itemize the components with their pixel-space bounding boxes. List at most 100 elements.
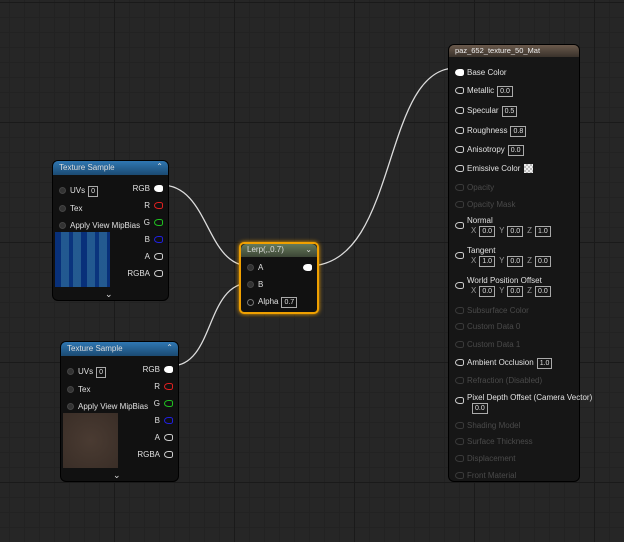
- lerp-node[interactable]: Lerp(,,0.7) ⌄ A B Alpha 0.7: [239, 242, 319, 314]
- material-input-label: Anisotropy: [467, 145, 505, 154]
- output-pin[interactable]: [303, 264, 312, 271]
- chevron-up-icon[interactable]: ⌃: [156, 162, 163, 171]
- material-input-label: Custom Data 0: [467, 322, 521, 331]
- material-input-row: Opacity Mask: [467, 200, 515, 209]
- vector-value[interactable]: 0.0: [535, 256, 551, 267]
- vector-value[interactable]: 0.0: [479, 226, 496, 237]
- node-header[interactable]: Texture Sample ⌃: [61, 342, 178, 356]
- material-input-value[interactable]: 0.0: [497, 86, 513, 97]
- material-pin-1[interactable]: [455, 87, 464, 94]
- texture-sample-node-1[interactable]: Texture Sample ⌃ UVs 0 Tex Apply View MipBias…: [53, 161, 168, 300]
- lerp-title: Lerp(,,0.7): [247, 245, 284, 254]
- material-result-node[interactable]: paz_652_texture_50_Mat Base Color Metalli…: [449, 45, 592, 481]
- material-input-row: Surface Thickness: [467, 437, 533, 446]
- material-input-value[interactable]: 0.5: [501, 106, 518, 117]
- vector-value[interactable]: 0.0: [535, 286, 551, 297]
- material-input-row: Emissive Color: [467, 164, 534, 174]
- axis-label: Y: [499, 226, 505, 235]
- material-input-row: Specular 0.5: [467, 106, 518, 117]
- alpha-value[interactable]: 0.7: [281, 297, 298, 308]
- material-pin-2[interactable]: [455, 107, 464, 114]
- material-input-value[interactable]: 0.8: [510, 126, 527, 137]
- texture-sample-node-2[interactable]: Texture Sample ⌃ UVs 0 Tex Apply View MipBias…: [61, 342, 178, 481]
- vector-value[interactable]: 1.0: [479, 256, 496, 267]
- expand-chevron-icon[interactable]: ⌄: [105, 289, 113, 300]
- pin-a[interactable]: [247, 264, 254, 271]
- pin-b[interactable]: [247, 281, 254, 288]
- output-pin-b[interactable]: [164, 417, 173, 424]
- material-pin-20: [455, 472, 464, 479]
- vector-value[interactable]: 0.0: [507, 256, 524, 267]
- emissive-color-swatch[interactable]: [524, 164, 534, 174]
- output-rgba-label: RGBA: [127, 269, 150, 278]
- material-input-value[interactable]: 1.0: [536, 358, 553, 369]
- expand-chevron-icon[interactable]: ⌄: [113, 470, 121, 481]
- material-pin-14[interactable]: [455, 359, 464, 366]
- material-pin-0[interactable]: [455, 69, 464, 76]
- uvs-value[interactable]: 0: [88, 186, 99, 197]
- material-pin-10[interactable]: [455, 282, 464, 289]
- output-g-label: G: [153, 399, 160, 408]
- output-r-label: R: [154, 382, 160, 391]
- axis-label: X: [471, 226, 477, 235]
- output-pin-a[interactable]: [164, 434, 173, 441]
- vector-value[interactable]: 0.0: [507, 226, 524, 237]
- input-pin-mip[interactable]: [59, 222, 66, 229]
- material-pin-16[interactable]: [455, 397, 464, 404]
- pin-b-label: B: [258, 280, 264, 289]
- output-pin-r[interactable]: [164, 383, 173, 390]
- input-pin-tex[interactable]: [67, 386, 74, 393]
- material-pin-4[interactable]: [455, 146, 464, 153]
- output-pin-rgba[interactable]: [154, 270, 163, 277]
- input-uvs-label: UVs: [78, 367, 94, 376]
- output-pin-g[interactable]: [164, 400, 173, 407]
- material-pin-18: [455, 438, 464, 445]
- chevron-up-icon[interactable]: ⌃: [166, 343, 173, 352]
- material-input-value[interactable]: 0.0: [472, 403, 488, 414]
- axis-label: Z: [527, 256, 533, 265]
- output-pin-g[interactable]: [154, 219, 163, 226]
- material-input-label: Displacement: [467, 454, 516, 463]
- material-input-row: Custom Data 0: [467, 322, 520, 331]
- material-input-row: Front Material: [467, 471, 516, 480]
- material-pin-7: [455, 201, 464, 208]
- material-input-label: Refraction (Disabled): [467, 376, 543, 385]
- output-pin-rgba[interactable]: [164, 451, 173, 458]
- input-pin-uvs[interactable]: [67, 368, 74, 375]
- output-r-label: R: [144, 201, 150, 210]
- uvs-value[interactable]: 0: [96, 367, 107, 378]
- chevron-down-icon[interactable]: ⌄: [305, 245, 312, 254]
- material-input-label: Shading Model: [467, 421, 521, 430]
- input-pin-mip[interactable]: [67, 403, 74, 410]
- material-pin-5[interactable]: [455, 165, 464, 172]
- input-mip-label: Apply View MipBias: [70, 221, 141, 230]
- material-pin-8[interactable]: [455, 222, 464, 229]
- output-pin-b[interactable]: [154, 236, 163, 243]
- material-input-label: World Position Offset: [467, 276, 542, 285]
- vector-values: X 1.0 Y 0.0 Z 0.0: [471, 256, 551, 267]
- pin-alpha[interactable]: [247, 299, 254, 306]
- output-pin-r[interactable]: [154, 202, 163, 209]
- material-input-value-row: 0.0: [469, 403, 488, 414]
- material-input-row: Custom Data 1: [467, 340, 520, 349]
- node-header[interactable]: Texture Sample ⌃: [53, 161, 168, 175]
- axis-label: X: [471, 256, 477, 265]
- input-pin-tex[interactable]: [59, 205, 66, 212]
- vector-value[interactable]: 1.0: [535, 226, 551, 237]
- output-pin-rgb[interactable]: [164, 366, 173, 373]
- output-pin-rgb[interactable]: [154, 185, 163, 192]
- vector-value[interactable]: 0.0: [479, 286, 496, 297]
- output-g-label: G: [143, 218, 150, 227]
- node-title: Texture Sample: [67, 344, 123, 353]
- material-input-label: Pixel Depth Offset (Camera Vector): [467, 393, 593, 402]
- input-tex: Tex: [78, 385, 90, 394]
- material-pin-3[interactable]: [455, 127, 464, 134]
- input-pin-uvs[interactable]: [59, 187, 66, 194]
- material-input-row: Metallic 0.0: [467, 86, 513, 97]
- output-pin-a[interactable]: [154, 253, 163, 260]
- material-pin-9[interactable]: [455, 252, 464, 259]
- material-input-value[interactable]: 0.0: [507, 145, 524, 156]
- output-b-label: B: [154, 416, 160, 425]
- material-pin-12: [455, 323, 464, 330]
- vector-value[interactable]: 0.0: [507, 286, 524, 297]
